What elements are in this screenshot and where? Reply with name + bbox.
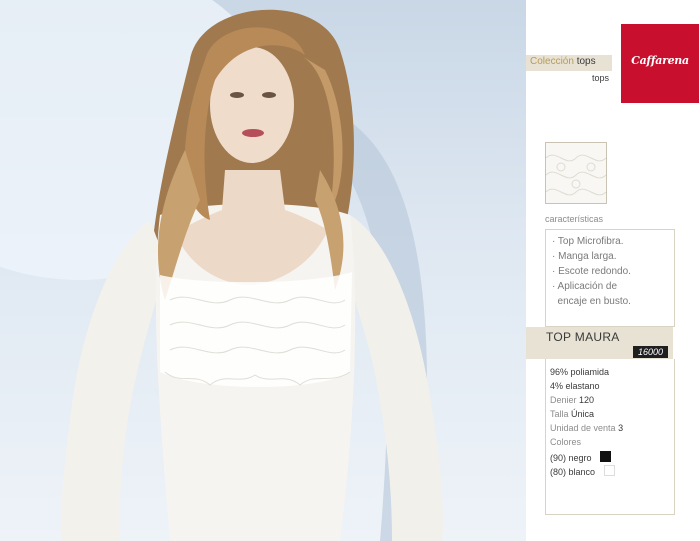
color-option: (90) negro [550, 451, 612, 463]
collection-label: Colección tops [530, 56, 596, 67]
unit-spec: Unidad de venta 3 [550, 423, 623, 433]
features-title: características [545, 214, 604, 224]
color-option: (80) blanco [550, 465, 615, 477]
size-label: Talla [550, 409, 569, 419]
lace-swatch-pattern [545, 154, 607, 196]
colors-label: Colores [550, 437, 582, 447]
color-label: (80) blanco [550, 467, 596, 477]
features-box: · Top Microfibra. · Manga larga. · Escot… [545, 229, 675, 327]
denier-label: Denier [550, 395, 577, 405]
product-photo [0, 0, 526, 541]
feature-item: encaje en busto. [552, 296, 631, 307]
product-name: TOP MAURA [546, 330, 620, 344]
color-swatch-black [600, 451, 612, 462]
product-info-panel: Colección tops tops Caffarena caracterís… [526, 0, 700, 541]
feature-item: · Aplicación de [552, 281, 618, 292]
collection-prefix: Colección [530, 56, 574, 67]
color-swatch-white [603, 465, 615, 476]
product-code: 16000 [633, 346, 668, 358]
collection-subcategory: tops [592, 73, 610, 83]
collection-category: tops [576, 56, 596, 67]
brand-logo: Caffarena [621, 24, 699, 103]
unit-value: 3 [618, 423, 624, 433]
denier-value: 120 [579, 395, 595, 405]
color-label: (90) negro [550, 453, 592, 463]
composition-line: 96% poliamida [550, 367, 610, 377]
brand-logo-text: Caffarena [631, 54, 689, 67]
fabric-swatch [545, 142, 607, 204]
feature-item: · Top Microfibra. [552, 236, 624, 247]
size-spec: Talla Única [550, 409, 594, 419]
model-illustration [0, 0, 443, 541]
unit-label: Unidad de venta [550, 423, 616, 433]
denier-spec: Denier 120 [550, 395, 594, 405]
feature-item: · Escote redondo. [552, 266, 631, 277]
composition-line: 4% elastano [550, 381, 600, 391]
size-value: Única [571, 409, 595, 419]
feature-item: · Manga larga. [552, 251, 617, 262]
